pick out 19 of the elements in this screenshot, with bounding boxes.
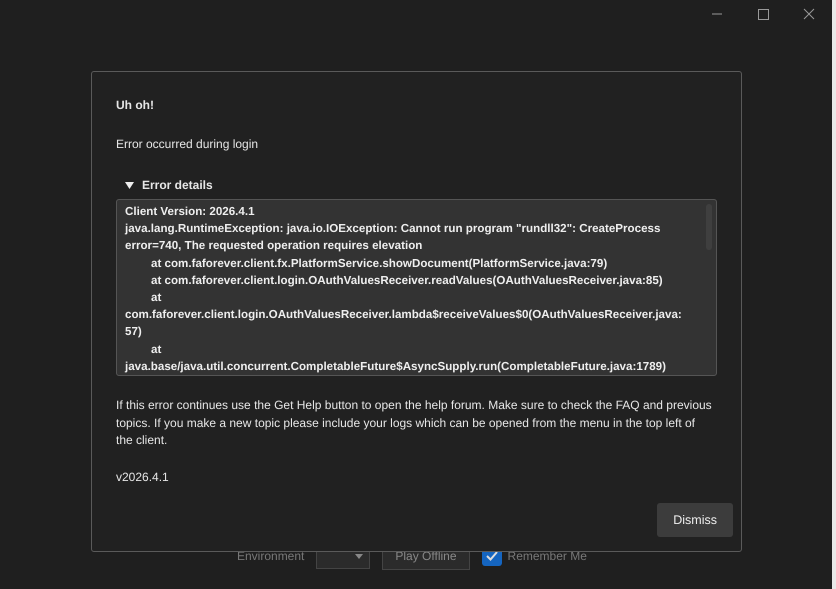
stack-trace-line: at <box>150 290 162 306</box>
stack-trace-line: java.lang.RuntimeException: java.io.IOException: Cannot run program "rundll32": CreateProcess <box>125 221 662 238</box>
stack-trace-line: at com.faforever.client.login.OAuthValuesReceiver.readValues(OAuthValuesReceiver.java:85) <box>150 272 664 289</box>
error-message: Error occurred during login <box>116 137 260 151</box>
stack-trace-line: at com.faforever.client.fx.PlatformService.showDocument(PlatformService.java:79) <box>150 256 608 272</box>
expanded-triangle-icon <box>125 180 134 190</box>
help-text: If this error continues use the Get Help button to open the help forum. Make sure to check the FAQ and previous topics. If you make a new topic please include your logs which can be opened from the menu in the top left of the client. <box>116 397 713 449</box>
stack-trace-line: at <box>150 342 162 358</box>
stack-trace-line: com.faforever.client.login.OAuthValuesReceiver.lambda$receiveValues$0(OAuthValuesReceiver.java: <box>125 307 683 324</box>
stack-trace-line: Client Version: 2026.4.1 <box>125 204 256 220</box>
remember-me-label: Remember Me <box>508 549 587 563</box>
dismiss-button[interactable]: Dismiss <box>657 503 733 537</box>
stack-trace-line: error=740, The requested operation requires elevation <box>125 238 424 254</box>
version-text: v2026.4.1 <box>116 470 170 484</box>
stack-trace-line: 57) <box>125 324 143 340</box>
environment-label: Environment <box>237 549 304 563</box>
error-details-toggle[interactable]: Error details <box>116 178 717 192</box>
stack-trace-line: java.base/java.util.concurrent.CompletableFuture$AsyncSupply.run(CompletableFuture.java:1789) <box>125 358 667 375</box>
dialog-title: Uh oh! <box>116 98 155 112</box>
